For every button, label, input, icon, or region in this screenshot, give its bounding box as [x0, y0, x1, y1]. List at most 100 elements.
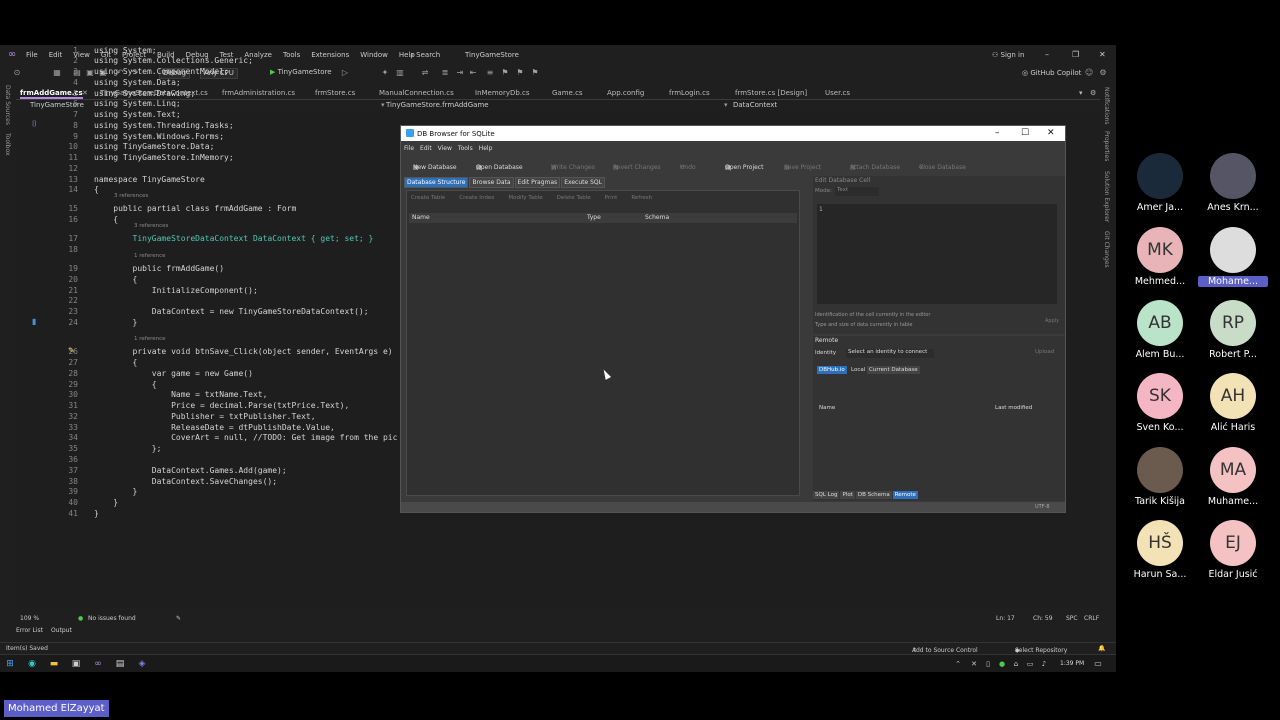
minimize-icon[interactable]: – — [1045, 50, 1049, 59]
tab-user[interactable]: User.cs — [825, 89, 850, 97]
modify-table-button[interactable]: Modify Table — [508, 195, 542, 201]
zoom-level[interactable]: 109 % — [20, 615, 39, 622]
code-cleanup-icon[interactable]: ✎ — [176, 615, 181, 622]
toolbox-tab[interactable]: Toolbox — [4, 133, 11, 156]
tray-mute-icon[interactable]: ✕ — [968, 658, 980, 670]
tab-db-schema[interactable]: DB Schema — [855, 491, 892, 499]
code-line[interactable]: using System.Linq; — [94, 99, 181, 108]
upload-button[interactable]: Upload — [1035, 349, 1054, 355]
code-line[interactable]: using System.ComponentModel; — [94, 67, 229, 76]
identity-select[interactable]: Select an identity to connect — [846, 349, 934, 358]
menu-window[interactable]: Window — [360, 51, 388, 59]
code-line[interactable]: { — [94, 185, 99, 194]
visual-studio-icon[interactable]: ∞ — [92, 658, 104, 670]
remote-col-modified[interactable]: Last modified — [995, 405, 1032, 411]
col-schema[interactable]: Schema — [645, 214, 669, 221]
outdent-icon[interactable]: ⇤ — [468, 68, 478, 78]
create-index-button[interactable]: Create Index — [459, 195, 494, 201]
step-icon[interactable]: ⇌ — [420, 68, 430, 78]
mode-select[interactable]: Text — [835, 187, 879, 196]
code-lens-references[interactable]: 3 references — [134, 223, 168, 229]
tab-error-list[interactable]: Error List — [16, 627, 43, 634]
sq-menu-help[interactable]: Help — [479, 145, 493, 155]
notifications-bell-icon[interactable]: 🔔 — [1098, 645, 1105, 652]
code-line[interactable]: { — [94, 275, 138, 284]
solution-explorer-tab[interactable]: Solution Explorer — [1103, 171, 1110, 222]
menu-extensions[interactable]: Extensions — [311, 51, 349, 59]
code-line[interactable]: CoverArt = null, //TODO: Get image from … — [94, 433, 397, 442]
code-line[interactable]: using TinyGameStore.InMemory; — [94, 153, 234, 162]
code-line[interactable]: public frmAddGame() — [94, 264, 225, 273]
close-icon[interactable]: ✕ — [1047, 128, 1055, 138]
whitespace-mode[interactable]: SPC — [1066, 615, 1078, 622]
code-line[interactable]: Name = txtName.Text, — [94, 390, 267, 399]
col-name[interactable]: Name — [412, 214, 430, 221]
participant-tile[interactable]: Amer Ja... — [1125, 153, 1195, 213]
sign-in-button[interactable]: ⚇ Sign in — [992, 51, 1024, 59]
code-line[interactable]: { — [94, 215, 118, 224]
nav-member-dropdown[interactable]: DataContext — [733, 101, 777, 109]
code-line[interactable]: { — [94, 358, 138, 367]
cell-editor[interactable] — [817, 204, 1057, 304]
format-icon[interactable]: ≣ — [440, 68, 450, 78]
code-line[interactable]: using System; — [94, 46, 157, 55]
bookmark-icon[interactable]: ⚑ — [500, 68, 510, 78]
layout-icon[interactable]: ▥ — [395, 68, 405, 78]
tab-sql-log[interactable]: SQL Log — [813, 491, 840, 499]
data-sources-tab[interactable]: Data Sources — [4, 85, 11, 125]
participant-tile[interactable]: SK Sven Ko... — [1125, 373, 1195, 433]
delete-table-button[interactable]: Delete Table — [557, 195, 591, 201]
participant-tile[interactable]: Tarik Kišija — [1125, 447, 1195, 507]
code-lens-references[interactable]: 1 reference — [134, 336, 166, 342]
tab-dbhub[interactable]: DBHub.io — [817, 366, 847, 374]
create-table-button[interactable]: Create Table — [411, 195, 445, 201]
settings-icon[interactable]: ⚙ — [1098, 68, 1108, 78]
code-line[interactable]: }; — [94, 444, 162, 453]
code-line[interactable]: private void btnSave_Click(object sender… — [94, 347, 393, 356]
code-line[interactable]: using System.Data; — [94, 78, 181, 87]
start-debug-button[interactable]: ▶ TinyGameStore — [270, 68, 332, 76]
code-line[interactable]: using System.Threading.Tasks; — [94, 121, 234, 130]
code-line[interactable]: DataContext = new TinyGameStoreDataConte… — [94, 307, 369, 316]
sq-menu-file[interactable]: File — [404, 145, 414, 155]
teams-icon[interactable]: ◈ — [136, 658, 148, 670]
code-line[interactable]: var game = new Game() — [94, 369, 253, 378]
tab-database-structure[interactable]: Database Structure — [404, 177, 469, 188]
print-button[interactable]: Print — [605, 195, 618, 201]
participant-tile[interactable]: AH Alić Haris — [1198, 373, 1268, 433]
code-line[interactable]: using System.Windows.Forms; — [94, 132, 224, 141]
chat-icon[interactable]: ▭ — [1092, 658, 1104, 670]
properties-tab[interactable]: Properties — [1103, 131, 1110, 161]
sqlite-browser-icon[interactable]: ▤ — [114, 658, 126, 670]
code-line[interactable]: ReleaseDate = dtPublishDate.Value, — [94, 423, 335, 432]
tray-battery-icon[interactable]: ▯ — [982, 658, 994, 670]
tab-appconfig[interactable]: App.config — [607, 89, 644, 97]
code-line[interactable]: DataContext.Games.Add(game); — [94, 466, 287, 475]
tab-local[interactable]: Local — [849, 366, 867, 374]
bookmark-prev-icon[interactable]: ⚑ — [530, 68, 540, 78]
line-ending[interactable]: CRLF — [1084, 615, 1099, 622]
code-line[interactable]: using TinyGameStore.Data; — [94, 142, 214, 151]
tray-network-icon[interactable]: ⌂ — [1010, 658, 1022, 670]
tab-frmlogin[interactable]: frmLogin.cs — [669, 89, 710, 97]
git-changes-tab[interactable]: Git Changes — [1103, 231, 1110, 268]
minimize-icon[interactable]: – — [995, 128, 1000, 138]
participant-tile[interactable]: HŠ Harun Sa... — [1125, 520, 1195, 580]
participant-tile[interactable]: EJ Eldar Jusić — [1198, 520, 1268, 580]
participant-tile[interactable]: Mohame... — [1198, 227, 1268, 287]
comment-icon[interactable]: ≡ — [485, 68, 495, 78]
tab-output[interactable]: Output — [51, 627, 72, 634]
nav-class-dropdown[interactable]: TinyGameStore.frmAddGame — [386, 101, 489, 109]
col-type[interactable]: Type — [587, 214, 601, 221]
participant-tile[interactable]: MK Mehmed... — [1125, 227, 1195, 287]
feedback-icon[interactable]: ☺ — [1084, 68, 1094, 78]
settings-icon[interactable]: ⚙ — [1090, 89, 1096, 97]
hot-reload-icon[interactable]: ✦ — [380, 68, 390, 78]
indent-icon[interactable]: ⇥ — [455, 68, 465, 78]
tab-inmemorydb[interactable]: InMemoryDb.cs — [475, 89, 530, 97]
tray-app-icon[interactable]: ● — [996, 658, 1008, 670]
code-lens-references[interactable]: 1 reference — [134, 253, 166, 259]
file-explorer-icon[interactable]: ▬ — [48, 658, 60, 670]
tab-edit-pragmas[interactable]: Edit Pragmas — [514, 177, 561, 188]
menu-file[interactable]: File — [26, 51, 38, 59]
